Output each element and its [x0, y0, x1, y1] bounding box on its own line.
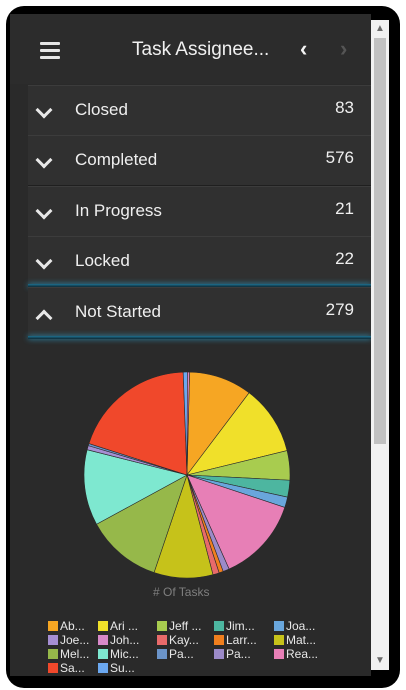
chevron-down-icon — [35, 151, 53, 169]
legend-label: Larr... — [226, 633, 257, 647]
legend-item[interactable]: Mel... — [48, 647, 89, 661]
legend-label: Joe... — [60, 633, 90, 647]
legend-label: Mat... — [286, 633, 317, 647]
legend-swatch — [48, 663, 58, 673]
legend-swatch — [98, 621, 108, 631]
legend-label: Joh... — [110, 633, 140, 647]
legend-label: Ari ... — [110, 619, 139, 633]
scroll-up-icon[interactable]: ▲ — [371, 20, 389, 38]
pie-chart — [83, 371, 291, 579]
scroll-down-icon[interactable]: ▼ — [371, 652, 389, 670]
legend-item[interactable]: Joe... — [48, 633, 89, 647]
legend-label: Su... — [110, 661, 135, 675]
legend-label: Sa... — [60, 661, 85, 675]
legend-item[interactable]: Sa... — [48, 661, 85, 675]
legend-item[interactable]: Ab... — [48, 619, 85, 633]
legend-swatch — [48, 649, 58, 659]
legend-item[interactable]: Rea... — [274, 647, 318, 661]
legend-item[interactable]: Joh... — [98, 633, 139, 647]
legend-label: Rea... — [286, 647, 319, 661]
group-count: 22 — [335, 249, 354, 268]
hamburger-menu-icon[interactable] — [40, 42, 60, 59]
legend-label: Jeff ... — [169, 619, 202, 633]
legend-item[interactable]: Joa... — [274, 619, 315, 633]
legend-swatch — [274, 649, 284, 659]
group-label: Closed — [75, 100, 128, 119]
legend-swatch — [48, 635, 58, 645]
group-count: 576 — [325, 148, 354, 167]
header-bar: Task Assignee... ‹ › — [10, 14, 371, 84]
group-label: Locked — [75, 251, 130, 270]
chart-metric-label: # Of Tasks — [153, 585, 210, 599]
group-label: Not Started — [75, 302, 161, 321]
legend-item[interactable]: Kay... — [157, 633, 199, 647]
group-count: 83 — [335, 98, 354, 117]
legend-item[interactable]: Ari ... — [98, 619, 138, 633]
legend-label: Joa... — [286, 619, 316, 633]
legend-item[interactable]: Pa... — [157, 647, 194, 661]
group-count: 21 — [335, 199, 354, 218]
legend-label: Jim... — [226, 619, 255, 633]
scrollbar[interactable]: ▲ ▼ — [371, 20, 389, 670]
group-row-not-started[interactable]: Not Started 279 — [28, 287, 371, 338]
legend-item[interactable]: Jeff ... — [157, 619, 201, 633]
app-screen: Task Assignee... ‹ › Closed 83 Completed… — [10, 14, 371, 676]
chevron-down-icon — [35, 202, 53, 220]
chevron-down-icon — [35, 101, 53, 119]
legend-swatch — [98, 649, 108, 659]
group-row-completed[interactable]: Completed 576 — [28, 135, 371, 186]
legend-swatch — [48, 621, 58, 631]
legend-item[interactable]: Pa... — [214, 647, 251, 661]
legend-item[interactable]: Jim... — [214, 619, 255, 633]
legend-item[interactable]: Su... — [98, 661, 135, 675]
chevron-left-icon[interactable]: ‹ — [300, 36, 307, 62]
legend-swatch — [157, 635, 167, 645]
selection-glow — [28, 336, 371, 339]
chevron-right-icon[interactable]: › — [340, 36, 347, 62]
chevron-up-icon — [35, 309, 53, 327]
group-label: Completed — [75, 150, 158, 169]
legend-label: Pa... — [226, 647, 251, 661]
legend-item[interactable]: Larr... — [214, 633, 257, 647]
legend-swatch — [214, 621, 224, 631]
group-row-locked[interactable]: Locked 22 — [28, 236, 371, 287]
legend-label: Kay... — [169, 633, 199, 647]
group-row-closed[interactable]: Closed 83 — [28, 85, 371, 136]
page-title: Task Assignee... — [132, 39, 270, 60]
legend-label: Ab... — [60, 619, 85, 633]
legend-item[interactable]: Mat... — [274, 633, 316, 647]
legend-swatch — [274, 621, 284, 631]
legend-swatch — [214, 635, 224, 645]
legend-label: Pa... — [169, 647, 194, 661]
legend-swatch — [214, 649, 224, 659]
scroll-thumb[interactable] — [374, 38, 386, 444]
legend-swatch — [274, 635, 284, 645]
legend-swatch — [157, 621, 167, 631]
group-label: In Progress — [75, 201, 162, 220]
legend-swatch — [98, 635, 108, 645]
group-row-in-progress[interactable]: In Progress 21 — [28, 186, 371, 237]
group-count: 279 — [325, 300, 354, 319]
chevron-down-icon — [35, 252, 53, 270]
legend-swatch — [157, 649, 167, 659]
legend-label: Mic... — [110, 647, 139, 661]
legend-label: Mel... — [60, 647, 90, 661]
legend-swatch — [98, 663, 108, 673]
legend-item[interactable]: Mic... — [98, 647, 139, 661]
